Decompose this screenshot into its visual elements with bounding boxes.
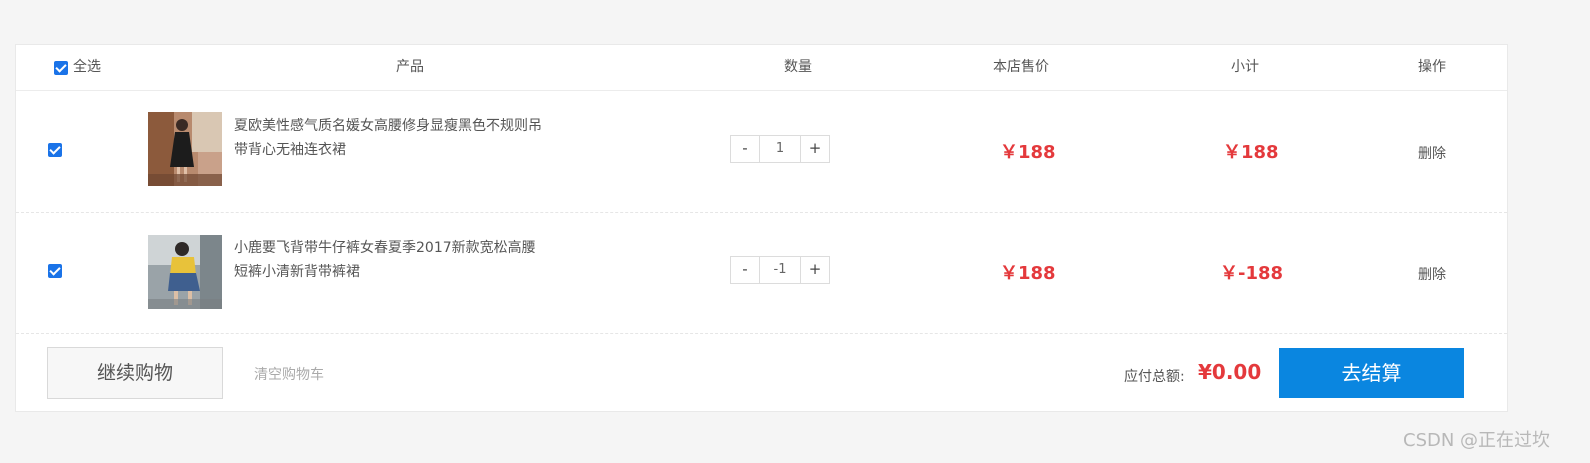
column-header-action: 操作 xyxy=(1418,59,1446,75)
item-checkbox[interactable] xyxy=(48,264,62,278)
quantity-input[interactable]: 1 xyxy=(760,136,800,162)
total-label: 应付总额: xyxy=(1124,369,1185,385)
delete-item-link[interactable]: 删除 xyxy=(1418,143,1446,163)
product-thumbnail[interactable] xyxy=(148,112,222,186)
item-subtotal: ￥-188 xyxy=(1220,263,1284,284)
item-subtotal: ￥188 xyxy=(1223,142,1279,163)
cart-header: 全选 产品 数量 本店售价 小计 操作 xyxy=(16,45,1507,91)
cart-item-row: 夏欧美性感气质名媛女高腰修身显瘦黑色不规则吊带背心无袖连衣裙 - 1 + ￥18… xyxy=(16,90,1507,213)
continue-shopping-button[interactable]: 继续购物 xyxy=(47,347,223,399)
product-thumbnail[interactable] xyxy=(148,235,222,309)
product-photo-overalls xyxy=(148,235,222,309)
increase-quantity-button[interactable]: + xyxy=(800,257,829,283)
cart-item-row: 小鹿要飞背带牛仔裤女春夏季2017新款宽松高腰短裤小清新背带裤裙 - -1 + … xyxy=(16,211,1507,334)
column-header-subtotal: 小计 xyxy=(1231,59,1259,75)
checkout-button[interactable]: 去结算 xyxy=(1279,348,1464,398)
product-name[interactable]: 夏欧美性感气质名媛女高腰修身显瘦黑色不规则吊带背心无袖连衣裙 xyxy=(234,114,544,162)
watermark: CSDN @正在过坎 xyxy=(1403,430,1551,451)
item-checkbox[interactable] xyxy=(48,143,62,157)
product-photo-dress xyxy=(148,112,222,186)
clear-cart-link[interactable]: 清空购物车 xyxy=(254,364,324,384)
decrease-quantity-button[interactable]: - xyxy=(731,257,760,283)
column-header-price: 本店售价 xyxy=(993,59,1049,75)
product-name[interactable]: 小鹿要飞背带牛仔裤女春夏季2017新款宽松高腰短裤小清新背带裤裙 xyxy=(234,236,544,284)
total-amount: ¥0.00 xyxy=(1198,360,1262,384)
cart-footer: 继续购物 清空购物车 应付总额: ¥0.00 去结算 xyxy=(16,333,1507,413)
column-header-product: 产品 xyxy=(396,59,424,75)
quantity-input[interactable]: -1 xyxy=(760,257,800,283)
quantity-stepper: - -1 + xyxy=(730,256,830,284)
decrease-quantity-button[interactable]: - xyxy=(731,136,760,162)
item-price: ￥188 xyxy=(1000,142,1056,163)
column-header-quantity: 数量 xyxy=(784,59,812,75)
cart-panel: 全选 产品 数量 本店售价 小计 操作 夏欧美性感气质名媛女高腰修身显瘦黑色不规… xyxy=(15,44,1508,412)
quantity-stepper: - 1 + xyxy=(730,135,830,163)
delete-item-link[interactable]: 删除 xyxy=(1418,264,1446,284)
increase-quantity-button[interactable]: + xyxy=(800,136,829,162)
select-all-checkbox[interactable] xyxy=(54,61,68,75)
item-price: ￥188 xyxy=(1000,263,1056,284)
select-all-label[interactable]: 全选 xyxy=(73,45,101,90)
